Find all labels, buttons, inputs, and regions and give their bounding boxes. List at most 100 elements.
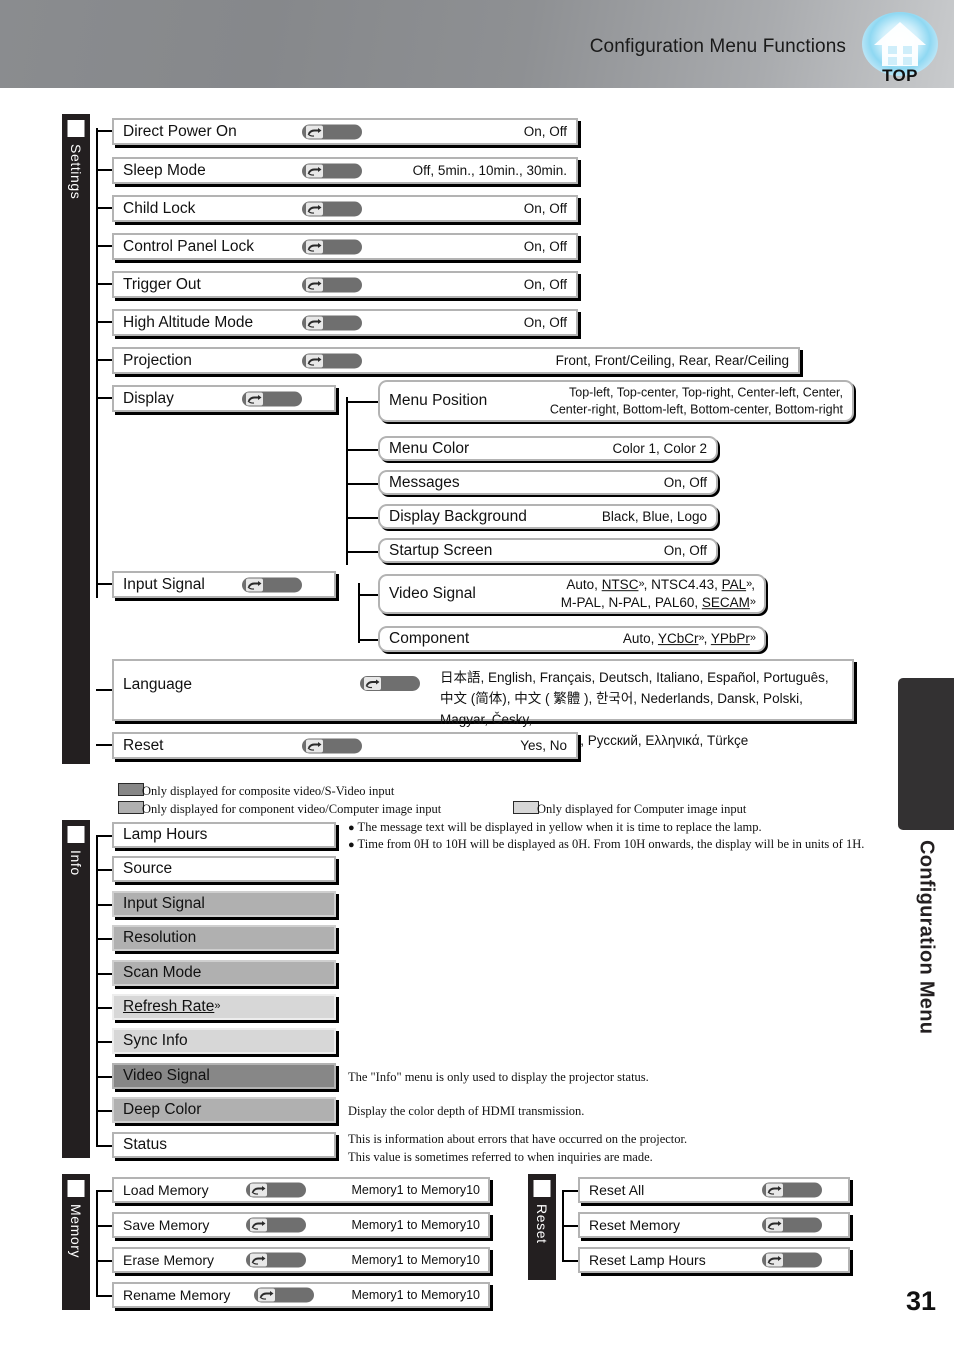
row-options: On, Off: [523, 238, 567, 254]
row-label: Scan Mode: [123, 964, 202, 981]
pointing-hand-icon: [306, 164, 323, 177]
memory-row-1[interactable]: Load Memory Memory1 to Memory10: [112, 1177, 490, 1203]
row-options: Memory1 to Memory10: [351, 1182, 480, 1197]
hand-pill: [242, 577, 302, 592]
memory-row-3[interactable]: Erase Memory Memory1 to Memory10: [112, 1247, 490, 1273]
reset-branch-2: [562, 1225, 578, 1227]
reset-row-3[interactable]: Reset Lamp Hours: [578, 1247, 850, 1273]
info-row-4[interactable]: Resolution: [112, 925, 336, 951]
language-branch: [96, 689, 112, 691]
group-tab-memory[interactable]: Memory: [62, 1174, 90, 1310]
reset-row-1[interactable]: Reset All: [578, 1177, 850, 1203]
lamp-note-2: ● Time from 0H to 10H will be displayed …: [348, 837, 865, 851]
hand-pill: [302, 239, 362, 254]
row-label: Input Signal: [123, 575, 205, 593]
info-row-1[interactable]: Lamp Hours: [112, 822, 336, 848]
settings-row-display[interactable]: Display: [112, 385, 336, 412]
info-desc-8: The "Info" menu is only used to display …: [348, 1070, 649, 1084]
page-number: 31: [905, 1286, 936, 1316]
info-row-2[interactable]: Source: [112, 856, 336, 882]
hand-pill: [302, 163, 362, 178]
row-label: Display Background: [389, 507, 527, 525]
display-child-5[interactable]: Startup Screen On, Off: [378, 538, 718, 563]
hand-pill: [246, 1252, 306, 1268]
row-label: Menu Position: [389, 392, 488, 409]
row-label: Language: [123, 676, 192, 693]
settings-row-4[interactable]: Control Panel Lock On, Off: [112, 233, 578, 260]
row-label: Direct Power On: [123, 122, 237, 140]
display-spine: [346, 397, 348, 565]
display-child-4[interactable]: Display Background Black, Blue, Logo: [378, 504, 718, 529]
display-child-branch: [346, 550, 378, 553]
row-options: Memory1 to Memory10: [351, 1287, 480, 1302]
info-branch-3: [96, 904, 112, 906]
settings-row-6[interactable]: High Altitude Mode On, Off: [112, 309, 578, 336]
settings-branch: [96, 321, 112, 323]
input-signal-spine: [358, 583, 360, 643]
settings-branch: [96, 359, 112, 361]
reset-branch: [96, 744, 112, 746]
pointing-hand-icon: [306, 240, 323, 253]
pointing-hand-icon: [766, 1253, 783, 1267]
input-signal-child-video-signal[interactable]: Video Signal Auto, NTSC», NTSC4.43, PAL»,…: [378, 574, 766, 614]
side-tab-label: Configuration Menu: [915, 840, 938, 1035]
memory-spine: [96, 1190, 98, 1295]
row-label: Resolution: [123, 929, 197, 946]
hand-pill: [254, 1287, 314, 1303]
settings-row-3[interactable]: Child Lock On, Off: [112, 195, 578, 222]
row-label: Projection: [123, 351, 192, 369]
group-tab-reset[interactable]: Reset: [528, 1174, 556, 1280]
info-row-5[interactable]: Scan Mode: [112, 960, 336, 986]
row-options: Auto, NTSC», NTSC4.43, PAL», M-PAL, N-PAL…: [560, 577, 756, 610]
diagram-canvas: Settings Direct Power On On, Off Sleep Mode…: [0, 0, 954, 1350]
component-branch: [358, 639, 378, 641]
settings-row-7[interactable]: Projection Front, Front/Ceiling, Rear, Re…: [112, 347, 800, 374]
info-row-8[interactable]: Video Signal: [112, 1063, 336, 1089]
row-label: Child Lock: [123, 199, 196, 217]
settings-row-language[interactable]: Language 日本語, English, Français, Deutsch,…: [112, 659, 854, 748]
row-label: Video Signal: [123, 1067, 210, 1084]
group-tab-info[interactable]: Info: [62, 820, 90, 1158]
settings-row-reset[interactable]: Reset Yes, No: [112, 732, 578, 759]
row-label: High Altitude Mode: [123, 313, 254, 331]
group-tab-label: Settings: [68, 144, 84, 200]
info-row-10[interactable]: Status: [112, 1132, 336, 1158]
settings-branch: [96, 169, 112, 171]
display-child-1[interactable]: Menu Position Top-left, Top-center, Top-r…: [378, 380, 854, 422]
side-tab-label-wrap: Configuration Menu: [898, 840, 954, 1090]
info-row-7[interactable]: Sync Info: [112, 1028, 336, 1054]
memory-row-2[interactable]: Save Memory Memory1 to Memory10: [112, 1212, 490, 1238]
group-tab-settings[interactable]: Settings: [62, 114, 90, 764]
info-branch-6: [96, 1007, 112, 1009]
row-options: Color 1, Color 2: [612, 440, 707, 456]
pointing-hand-icon: [306, 739, 323, 752]
settings-row-1[interactable]: Direct Power On On, Off: [112, 118, 578, 145]
settings-row-input-signal[interactable]: Input Signal: [112, 571, 336, 598]
group-marker-square: [67, 826, 85, 843]
settings-row-5[interactable]: Trigger Out On, Off: [112, 271, 578, 298]
pointing-hand-icon: [258, 1288, 275, 1302]
hand-pill: [242, 391, 302, 406]
info-branch-8: [96, 1076, 112, 1078]
memory-row-4[interactable]: Rename Memory Memory1 to Memory10: [112, 1282, 490, 1308]
input-signal-child-component[interactable]: Component Auto, YCbCr», YPbPr»: [378, 626, 766, 652]
memory-branch-2: [96, 1225, 112, 1227]
info-row-9[interactable]: Deep Color: [112, 1097, 336, 1123]
hand-pill: [302, 201, 362, 216]
row-label: Input Signal: [123, 895, 205, 912]
row-options: Memory1 to Memory10: [351, 1252, 480, 1267]
display-branch: [96, 397, 112, 399]
row-label: Sleep Mode: [123, 161, 206, 179]
display-child-branch: [346, 448, 378, 451]
row-options: On, Off: [523, 200, 567, 216]
display-child-3[interactable]: Messages On, Off: [378, 470, 718, 495]
hand-pill: [246, 1217, 306, 1233]
info-row-6[interactable]: Refresh Rate»: [112, 994, 336, 1020]
row-label: Reset All: [589, 1182, 645, 1198]
row-label: Lamp Hours: [123, 826, 208, 843]
display-child-2[interactable]: Menu Color Color 1, Color 2: [378, 436, 718, 461]
info-row-3[interactable]: Input Signal: [112, 891, 336, 917]
side-tab-block: [898, 678, 954, 830]
settings-row-2[interactable]: Sleep Mode Off, 5min., 10min., 30min.: [112, 157, 578, 184]
reset-row-2[interactable]: Reset Memory: [578, 1212, 850, 1238]
